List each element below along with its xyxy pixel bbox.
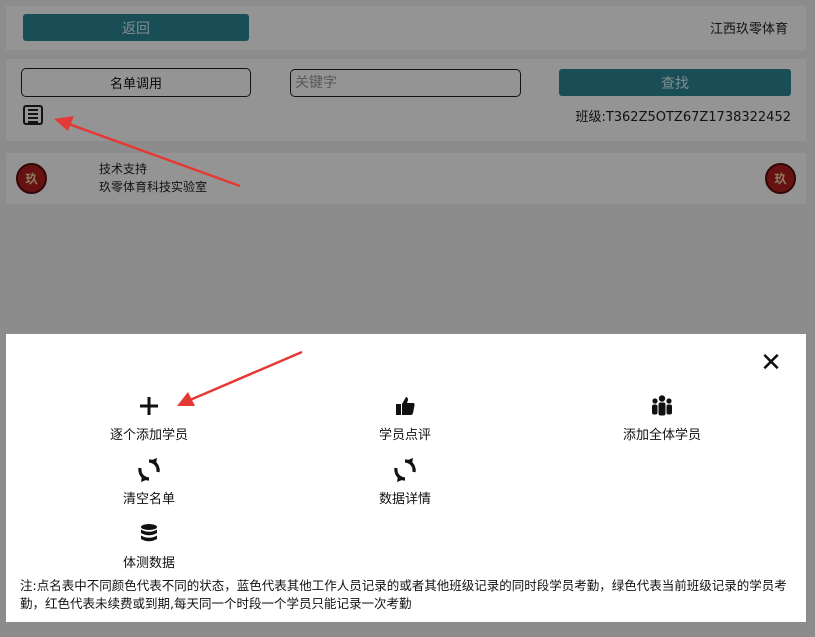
action-label: 体测数据	[122, 556, 175, 571]
thumbs-up-icon	[325, 394, 485, 418]
clear-roster-button[interactable]: 清空名单	[69, 458, 229, 507]
plus-icon	[69, 394, 229, 418]
action-label: 清空名单	[122, 492, 175, 507]
action-modal: ✕ 逐个添加学员 学员点评 添加全体学员 清空名单 数据详情 体测数据 注:点名…	[6, 334, 806, 622]
fitness-data-button[interactable]: 体测数据	[69, 522, 229, 571]
close-icon[interactable]: ✕	[760, 350, 782, 376]
status-note: 注:点名表中不同颜色代表不同的状态，蓝色代表其他工作人员记录的或者其他班级记录的…	[20, 578, 787, 611]
add-student-button[interactable]: 逐个添加学员	[69, 394, 229, 443]
action-label: 学员点评	[378, 428, 431, 443]
group-icon	[582, 394, 742, 418]
action-label: 添加全体学员	[622, 428, 701, 443]
action-label: 逐个添加学员	[109, 428, 188, 443]
refresh-icon	[69, 458, 229, 482]
data-details-button[interactable]: 数据详情	[325, 458, 485, 507]
student-review-button[interactable]: 学员点评	[325, 394, 485, 443]
action-label: 数据详情	[378, 492, 431, 507]
refresh-icon	[325, 458, 485, 482]
add-all-students-button[interactable]: 添加全体学员	[582, 394, 742, 443]
database-icon	[69, 522, 229, 546]
